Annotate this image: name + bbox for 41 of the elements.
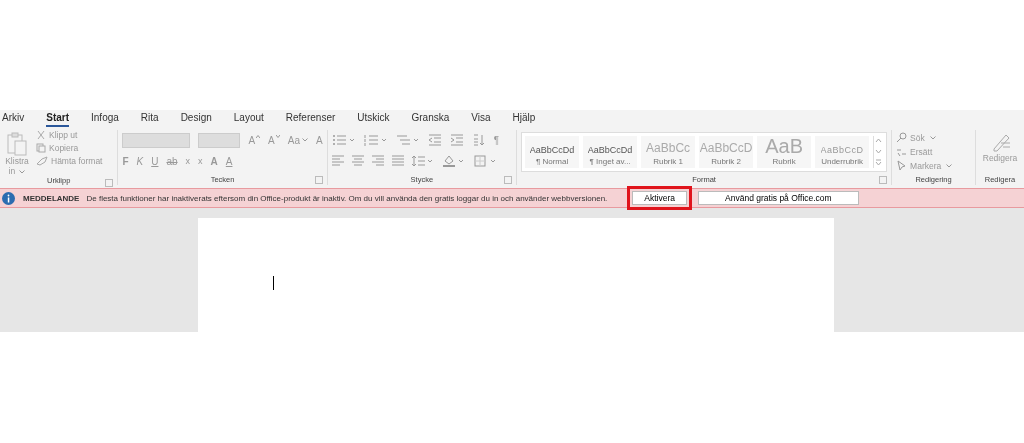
color-button[interactable]: A (225, 155, 233, 167)
select-button[interactable]: Markera (896, 159, 971, 172)
message-button[interactable]: Aktivera (632, 191, 688, 205)
underline-button[interactable]: U (151, 155, 159, 167)
style-item[interactable]: AaBbCcD Underrubrik (815, 136, 870, 168)
ribbon-tab[interactable]: Design (180, 110, 212, 125)
ribbon-tab[interactable]: Rita (140, 110, 159, 125)
clear-format-button[interactable]: A (316, 134, 323, 146)
replace-button[interactable]: Ersätt (896, 145, 971, 158)
ribbon-tab[interactable]: Hjälp (512, 110, 536, 125)
clipboard-button[interactable]: Hämta format (36, 156, 103, 166)
ribbon-tab[interactable]: Arkiv (2, 110, 25, 125)
style-item[interactable]: AaBbCc Rubrik 1 (641, 136, 696, 168)
style-item[interactable]: AaB Rubrik (757, 136, 812, 168)
change-case-button[interactable]: Aa (287, 134, 308, 146)
ribbon-tab[interactable]: Infoga (91, 110, 119, 125)
message-button[interactable]: Använd gratis på Office.com (698, 191, 859, 205)
sub-button[interactable]: x (185, 156, 191, 166)
message-text: De flesta funktioner har inaktiverats eftersom din Office-produkt är inaktiv. Om du vill använda den gratis loggar du in och använder webbversionen. (86, 193, 608, 203)
clipboard-button[interactable]: Kopiera (36, 143, 103, 153)
italic-button[interactable]: K (136, 155, 144, 167)
sup-button[interactable]: x (198, 156, 203, 166)
message-title: MEDDELANDE (23, 193, 80, 203)
style-item[interactable]: AaBbCcDd ¶ Inget av... (583, 136, 638, 168)
bold-button[interactable]: F (122, 155, 129, 167)
strike-button[interactable]: ab (166, 155, 178, 167)
ribbon-tab[interactable]: Referenser (285, 110, 336, 125)
ribbon-tab[interactable]: Granska (411, 110, 450, 125)
shrink-font-button[interactable]: A (268, 134, 280, 146)
grow-font-button[interactable]: A (248, 134, 261, 146)
clipboard-button[interactable]: Klipp ut (36, 130, 103, 140)
editor-button[interactable]: Redigera (980, 133, 1020, 163)
ribbon-tab[interactable]: Utskick (357, 110, 390, 125)
style-item[interactable]: AaBbCcDd ¶ Normal (525, 136, 580, 168)
show-formatting-button[interactable]: ¶ (493, 134, 500, 146)
effects-button[interactable]: A (210, 155, 218, 167)
style-item[interactable]: AaBbCcD Rubrik 2 (699, 136, 754, 168)
find-button[interactable]: Sök (896, 131, 971, 144)
ribbon-tab[interactable]: Layout (233, 110, 264, 125)
paste-button[interactable]: Klistra in (4, 130, 30, 176)
ribbon-tab[interactable]: Visa (471, 110, 491, 125)
